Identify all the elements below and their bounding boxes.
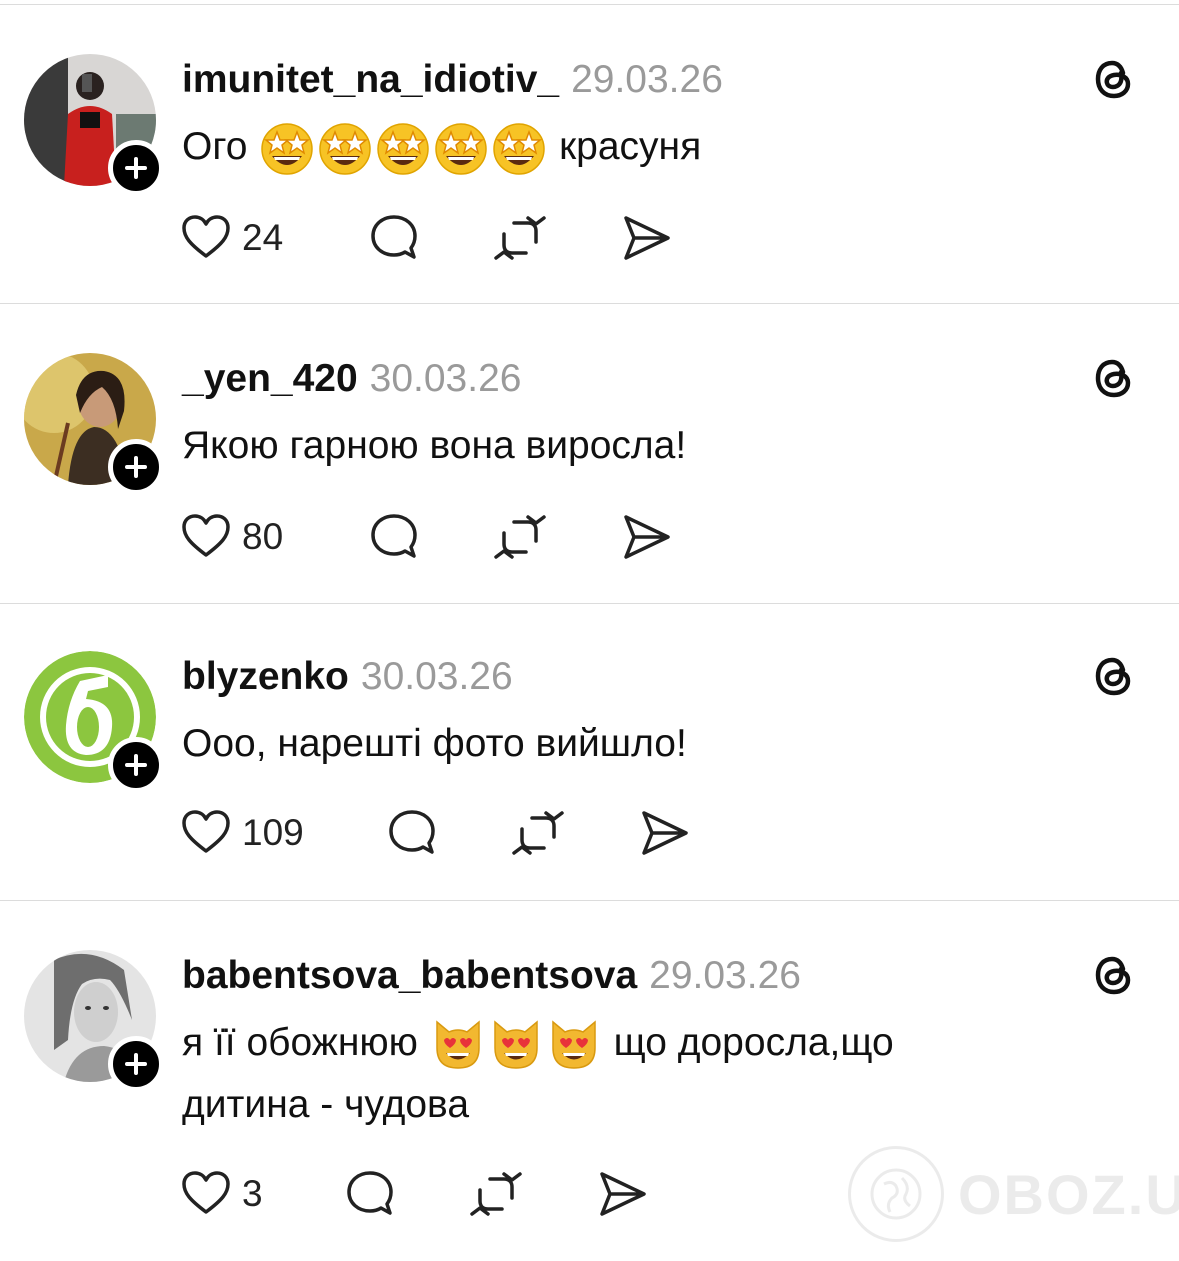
reply-button[interactable] — [368, 212, 420, 264]
reply-button[interactable] — [368, 511, 420, 563]
star-struck-emoji — [377, 122, 429, 175]
divider — [0, 900, 1179, 901]
repost-button[interactable] — [512, 807, 564, 859]
post-header: imunitet_na_idiotiv_ 29.03.26 — [182, 58, 723, 102]
heart-eyes-cat-emoji — [435, 1020, 480, 1069]
divider — [0, 603, 1179, 604]
post-date: 30.03.26 — [369, 357, 522, 400]
text-segment: дитина - чудова — [182, 1083, 470, 1126]
repost-button[interactable] — [494, 511, 546, 563]
comment-icon — [389, 810, 435, 854]
globe-icon — [848, 1146, 944, 1242]
threads-icon[interactable] — [1090, 54, 1140, 104]
follow-button[interactable] — [108, 737, 164, 793]
like-button[interactable]: 109 — [180, 807, 304, 859]
text-segment: я її обожнюю — [182, 1021, 418, 1064]
comment-icon — [371, 215, 417, 259]
like-count: 24 — [242, 217, 284, 258]
follow-button[interactable] — [108, 439, 164, 495]
share-button[interactable] — [620, 511, 672, 563]
watermark-text: OBOZ.UA — [958, 1162, 1179, 1226]
divider — [0, 4, 1179, 5]
repost-button[interactable] — [494, 212, 546, 264]
emoji-row — [258, 122, 548, 175]
star-struck-emoji — [319, 122, 371, 175]
threads-icon[interactable] — [1090, 353, 1140, 403]
like-count: 80 — [242, 516, 284, 557]
star-struck-emoji — [435, 122, 487, 175]
post-header: blyzenko 30.03.26 — [182, 655, 513, 699]
repost-icon — [494, 216, 546, 260]
post-header: babentsova_babentsova 29.03.26 — [182, 954, 801, 998]
share-button[interactable] — [638, 807, 690, 859]
divider — [0, 303, 1179, 304]
repost-icon — [494, 515, 546, 559]
text-segment: Ого — [182, 125, 248, 168]
like-count: 3 — [242, 1173, 263, 1214]
comment-icon — [347, 1171, 393, 1215]
reply-button[interactable] — [344, 1168, 396, 1220]
like-button[interactable]: 24 — [180, 212, 283, 264]
username[interactable]: _yen_420 — [182, 357, 358, 401]
post-header: _yen_420 30.03.26 — [182, 357, 521, 401]
repost-button[interactable] — [470, 1168, 522, 1220]
text-segment: що доросла,що — [613, 1021, 894, 1064]
post-text: я її обожнюю що доросла,що дитина - чудо… — [182, 1012, 1082, 1136]
like-button[interactable]: 80 — [180, 511, 283, 563]
heart-icon — [182, 514, 230, 557]
send-icon — [624, 216, 670, 260]
comment-icon — [371, 514, 417, 558]
text-segment: красуня — [559, 125, 702, 168]
emoji-row — [429, 1020, 603, 1069]
heart-icon — [182, 1171, 230, 1214]
post-date: 29.03.26 — [571, 58, 723, 101]
send-icon — [600, 1172, 646, 1216]
watermark: OBOZ.UA — [848, 1146, 1179, 1242]
username[interactable]: imunitet_na_idiotiv_ — [182, 58, 559, 102]
post-date: 29.03.26 — [649, 954, 801, 997]
repost-icon — [512, 811, 564, 855]
username[interactable]: babentsova_babentsova — [182, 954, 637, 998]
reply-button[interactable] — [386, 807, 438, 859]
follow-button[interactable] — [108, 1036, 164, 1092]
send-icon — [642, 811, 688, 855]
share-button[interactable] — [596, 1168, 648, 1220]
post-date: 30.03.26 — [360, 655, 513, 698]
follow-button[interactable] — [108, 140, 164, 196]
share-button[interactable] — [620, 212, 672, 264]
post-text: Якою гарною вона виросла! — [182, 424, 687, 467]
threads-icon[interactable] — [1090, 950, 1140, 1000]
heart-icon — [182, 810, 230, 853]
username[interactable]: blyzenko — [182, 655, 349, 699]
post-text: Ого красуня — [182, 116, 1082, 178]
post-text: Ооо, нарешті фото вийшло! — [182, 722, 687, 765]
star-struck-emoji — [261, 122, 313, 175]
repost-icon — [470, 1172, 522, 1216]
heart-icon — [182, 215, 230, 258]
heart-eyes-cat-emoji — [493, 1020, 538, 1069]
send-icon — [624, 515, 670, 559]
threads-icon[interactable] — [1090, 651, 1140, 701]
star-struck-emoji — [493, 122, 545, 175]
like-count: 109 — [242, 812, 304, 853]
heart-eyes-cat-emoji — [551, 1020, 596, 1069]
like-button[interactable]: 3 — [180, 1168, 263, 1220]
